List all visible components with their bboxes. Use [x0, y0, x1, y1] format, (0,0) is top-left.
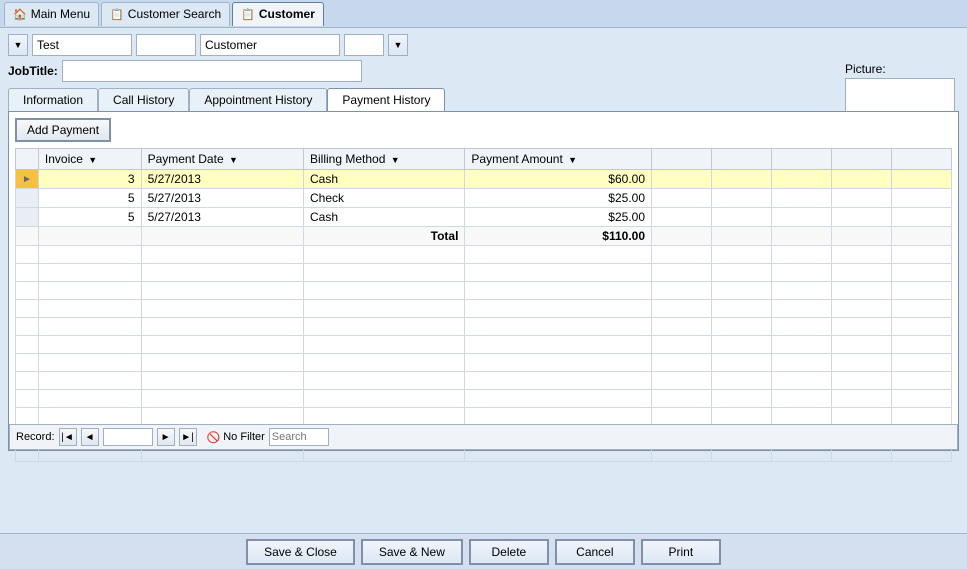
- table-row: $60.00: [465, 170, 652, 189]
- payment-table: Invoice ▼ Payment Date ▼ Billing Method …: [15, 148, 952, 462]
- tab-customer[interactable]: 📋 Customer: [232, 2, 324, 26]
- total-label: Total: [304, 227, 465, 246]
- suffix-dropdown-btn[interactable]: ▼: [388, 34, 408, 56]
- col-empty5: [892, 149, 952, 170]
- col-payment-amount[interactable]: Payment Amount ▼: [465, 149, 652, 170]
- jobtitle-label: JobTitle:: [8, 64, 58, 78]
- tab-strip: Information Call History Appointment His…: [8, 88, 959, 111]
- table-row: Cash: [304, 170, 465, 189]
- title-bar: 🏠 Main Menu 📋 Customer Search 📋 Customer: [0, 0, 967, 28]
- bottom-bar: Save & Close Save & New Delete Cancel Pr…: [0, 533, 967, 569]
- print-button[interactable]: Print: [641, 539, 721, 565]
- save-new-button[interactable]: Save & New: [361, 539, 463, 565]
- col-empty2: [712, 149, 772, 170]
- picture-label: Picture:: [845, 62, 955, 76]
- table-row: 5/27/2013: [141, 208, 303, 227]
- tab-btn-appointment-history[interactable]: Appointment History: [189, 88, 327, 111]
- table-row[interactable]: 5: [38, 208, 141, 227]
- col-billing-method[interactable]: Billing Method ▼: [304, 149, 465, 170]
- prefix-dropdown-btn[interactable]: ▼: [8, 34, 28, 56]
- billing-method-sort-icon: ▼: [391, 155, 400, 165]
- tab-btn-payment-history[interactable]: Payment History: [327, 88, 445, 111]
- table-row[interactable]: 5: [38, 189, 141, 208]
- first-name-input[interactable]: [32, 34, 132, 56]
- nav-first-btn[interactable]: |◄: [59, 428, 77, 446]
- invoice-sort-icon: ▼: [88, 155, 97, 165]
- jobtitle-input[interactable]: [62, 60, 362, 82]
- col-payment-date[interactable]: Payment Date ▼: [141, 149, 303, 170]
- payment-amount-sort-icon: ▼: [568, 155, 577, 165]
- nav-prev-btn[interactable]: ◄: [81, 428, 99, 446]
- tab-customer-search[interactable]: 📋 Customer Search: [101, 2, 230, 26]
- save-close-button[interactable]: Save & Close: [246, 539, 355, 565]
- tab-main-menu-label: Main Menu: [31, 7, 90, 21]
- table-row: 5/27/2013: [141, 170, 303, 189]
- record-label: Record:: [16, 431, 55, 443]
- customer-tab-icon: 📋: [241, 8, 255, 21]
- nav-bar: Record: |◄ ◄ ► ►| 🚫 No Filter: [9, 424, 958, 450]
- delete-button[interactable]: Delete: [469, 539, 549, 565]
- row-indicator: ►: [16, 170, 39, 189]
- nav-next-btn[interactable]: ►: [157, 428, 175, 446]
- row-indicator: [16, 189, 39, 208]
- table-row: Cash: [304, 208, 465, 227]
- customer-header-row: ▼ ▼: [8, 34, 959, 56]
- cancel-button[interactable]: Cancel: [555, 539, 635, 565]
- col-empty1: [652, 149, 712, 170]
- row-indicator: [16, 208, 39, 227]
- customer-search-icon: 📋: [110, 8, 124, 21]
- filter-section: 🚫 No Filter: [207, 431, 265, 444]
- middle-name-input[interactable]: [136, 34, 196, 56]
- table-row: $25.00: [465, 208, 652, 227]
- col-empty4: [832, 149, 892, 170]
- jobtitle-row: JobTitle:: [8, 60, 959, 82]
- table-row: $25.00: [465, 189, 652, 208]
- main-menu-icon: 🏠: [13, 8, 27, 21]
- filter-label: No Filter: [223, 431, 265, 443]
- col-empty3: [772, 149, 832, 170]
- table-row[interactable]: 3: [38, 170, 141, 189]
- suffix-input[interactable]: [344, 34, 384, 56]
- search-section: [269, 428, 329, 446]
- total-amount: $110.00: [465, 227, 652, 246]
- nav-record-input[interactable]: [103, 428, 153, 446]
- col-invoice[interactable]: Invoice ▼: [38, 149, 141, 170]
- col-indicator: [16, 149, 39, 170]
- tab-btn-call-history[interactable]: Call History: [98, 88, 189, 111]
- tab-customer-search-label: Customer Search: [128, 7, 221, 21]
- filter-icon: 🚫: [207, 431, 221, 444]
- payment-history-panel: Add Payment Invoice ▼ Payment Date ▼ Bil…: [8, 111, 959, 451]
- nav-last-btn[interactable]: ►|: [179, 428, 197, 446]
- main-content: Picture: ▼ ▼ JobTitle: Information Call …: [0, 28, 967, 533]
- last-name-input[interactable]: [200, 34, 340, 56]
- add-payment-button[interactable]: Add Payment: [15, 118, 111, 142]
- tab-btn-information[interactable]: Information: [8, 88, 98, 111]
- tab-main-menu[interactable]: 🏠 Main Menu: [4, 2, 99, 26]
- table-row: 5/27/2013: [141, 189, 303, 208]
- tab-customer-label: Customer: [259, 7, 315, 21]
- payment-date-sort-icon: ▼: [229, 155, 238, 165]
- table-row: Check: [304, 189, 465, 208]
- search-input[interactable]: [269, 428, 329, 446]
